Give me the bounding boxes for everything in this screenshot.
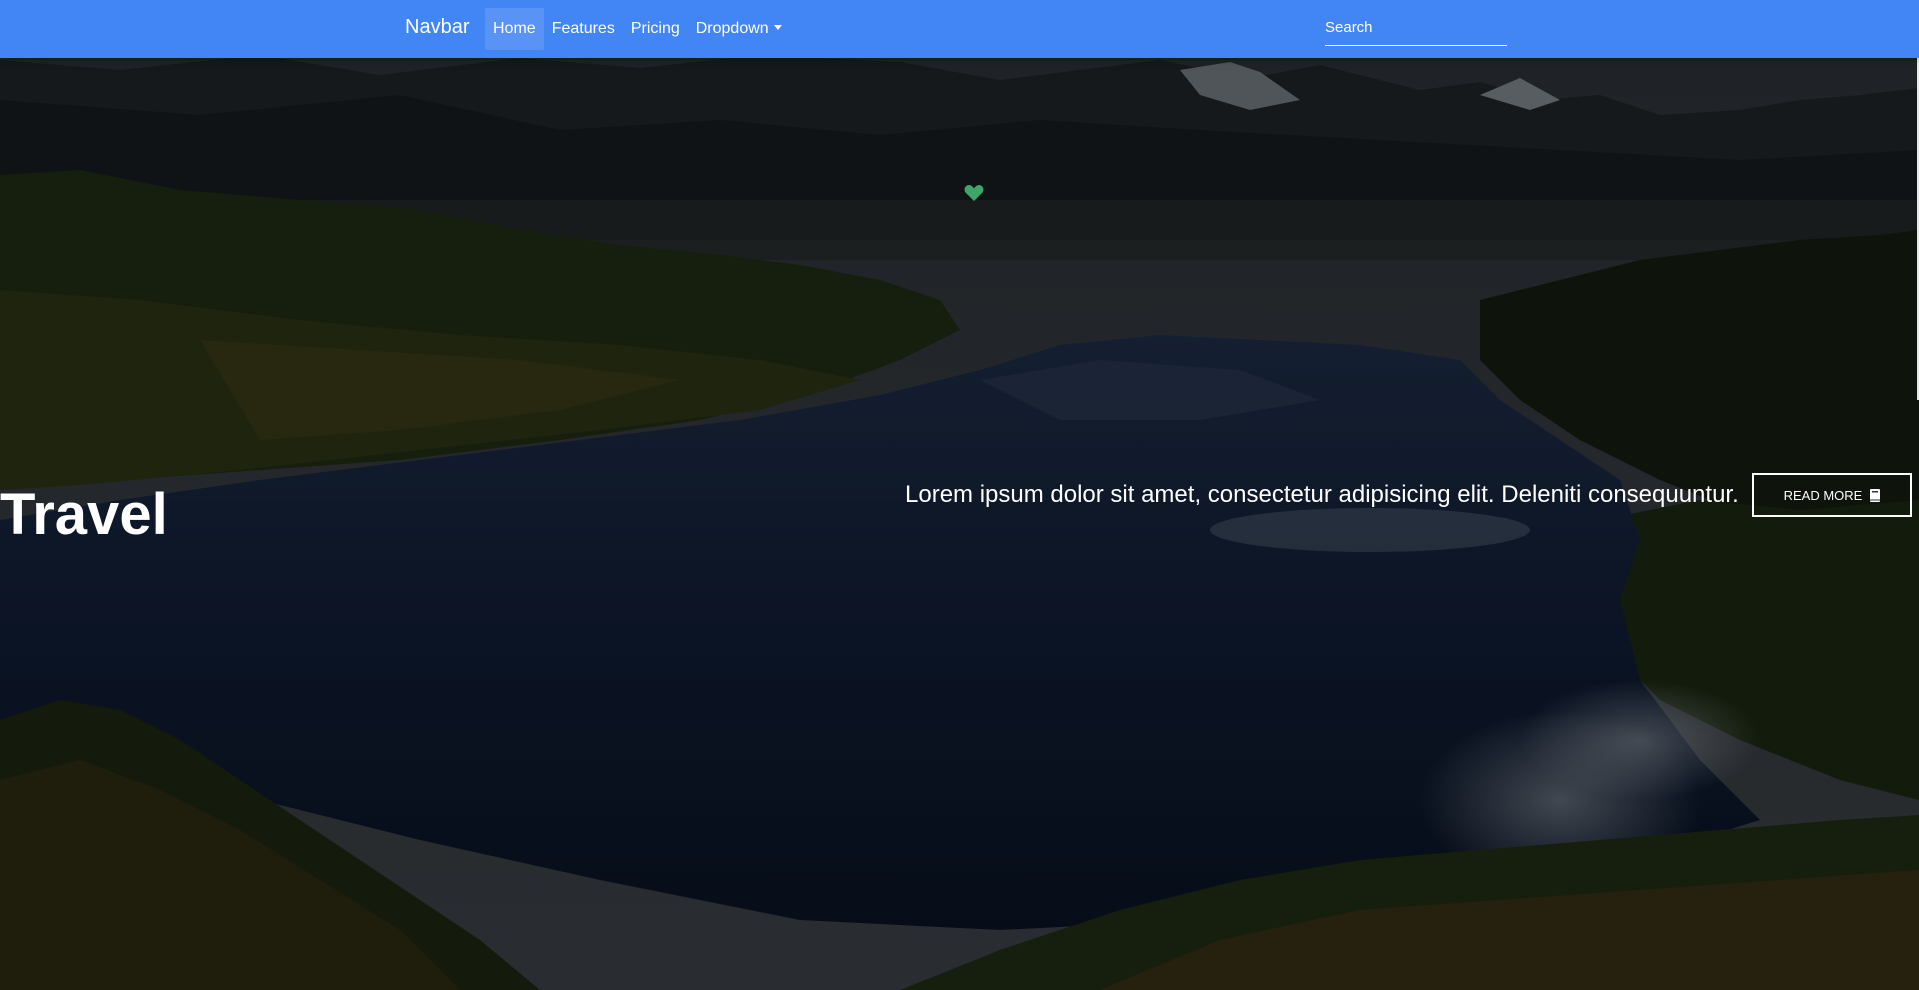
hero-section: Travel Lorem ipsum dolor sit amet, conse… xyxy=(0,0,1919,990)
hero-description: Lorem ipsum dolor sit amet, consectetur … xyxy=(905,481,1739,508)
nav-dropdown-label: Dropdown xyxy=(695,20,769,37)
nav-link-dropdown[interactable]: Dropdown xyxy=(688,8,790,50)
nav-link-home[interactable]: Home xyxy=(485,8,544,50)
nav-links: Home Features Pricing Dropdown xyxy=(485,8,790,50)
read-more-label: Read more xyxy=(1783,487,1863,503)
page: Travel Lorem ipsum dolor sit amet, conse… xyxy=(0,0,1919,990)
nav-link-features[interactable]: Features xyxy=(544,8,623,50)
search-form xyxy=(1325,14,1507,48)
search-input[interactable] xyxy=(1325,14,1507,46)
navbar-brand[interactable]: Navbar xyxy=(405,16,469,39)
nav-link-pricing[interactable]: Pricing xyxy=(623,8,688,50)
navbar: Navbar Home Features Pricing Dropdown xyxy=(0,0,1919,58)
caret-down-icon xyxy=(773,25,782,30)
hero-title: Travel xyxy=(0,482,168,547)
read-more-button[interactable]: Read more xyxy=(1752,473,1912,517)
heart-icon xyxy=(964,185,984,201)
book-icon xyxy=(1870,488,1881,502)
